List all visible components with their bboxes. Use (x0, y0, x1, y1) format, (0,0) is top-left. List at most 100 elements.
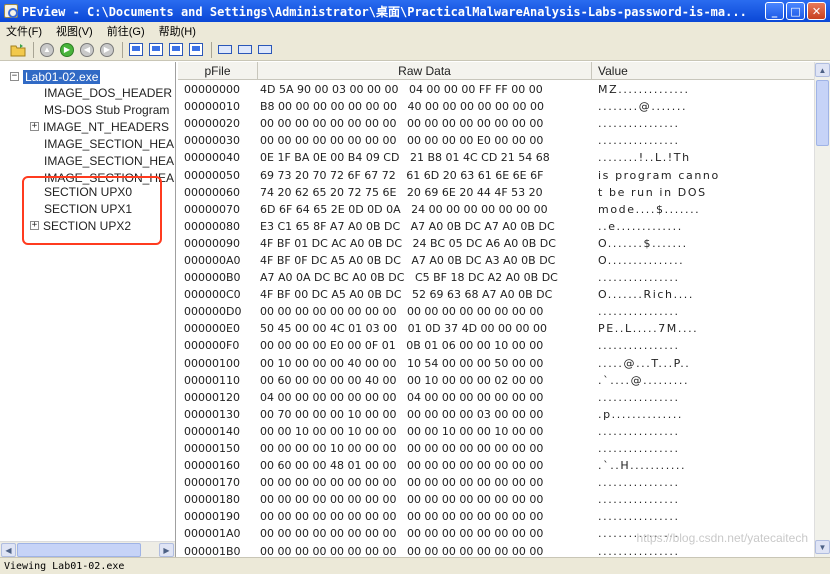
hex-ascii-value: ................ (598, 544, 680, 557)
tree-item-section-header-upx1[interactable]: IMAGE_SECTION_HEADER UPX1 (44, 152, 175, 169)
column-header-raw-data[interactable]: Raw Data (258, 62, 592, 80)
hex-row[interactable]: 00000000 4D 5A 90 00 03 00 00 00 04 00 00… (178, 81, 814, 98)
hex-row[interactable]: 000000B0 A7 A0 0A DC BC A0 0B DC C5 BF 18… (178, 269, 814, 286)
hex-row[interactable]: 000000E0 50 45 00 00 4C 01 03 00 01 0D 37… (178, 320, 814, 337)
hex-row[interactable]: 00000020 00 00 00 00 00 00 00 00 00 00 00… (178, 115, 814, 132)
hex-row[interactable]: 00000080 E3 C1 65 8F A7 A0 0B DC A7 A0 0B… (178, 218, 814, 235)
hex-raw-bytes: 00 00 00 00 00 00 00 00 00 00 00 00 00 0… (260, 305, 544, 319)
hex-ascii-value: ................ (598, 339, 680, 353)
hex-offset: 000000D0 (184, 305, 242, 319)
hex-row[interactable]: 00000180 00 00 00 00 00 00 00 00 00 00 00… (178, 491, 814, 508)
hex-row[interactable]: 00000110 00 60 00 00 00 00 40 00 00 10 00… (178, 372, 814, 389)
hex-raw-bytes: A7 A0 0A DC BC A0 0B DC C5 BF 18 DC A2 A… (260, 271, 558, 285)
tree-root-label[interactable]: Lab01-02.exe (23, 69, 101, 84)
hex-raw-bytes: 00 10 00 00 00 40 00 00 10 54 00 00 00 5… (260, 356, 544, 370)
open-file-button[interactable] (10, 42, 26, 58)
hex-raw-bytes: 00 00 10 00 00 10 00 00 00 00 10 00 00 1… (260, 424, 544, 438)
hex-row[interactable]: 00000040 0E 1F BA 0E 00 B4 09 CD 21 B8 01… (178, 149, 814, 166)
annotation-highlight-box (22, 176, 162, 245)
hex-offset: 00000000 (184, 83, 240, 97)
hex-ascii-value: O............... (598, 253, 685, 267)
scroll-up-button[interactable]: ▲ (815, 63, 830, 77)
menu-help[interactable]: 帮助(H) (159, 23, 196, 39)
view-button-4[interactable] (188, 42, 204, 58)
column-header-pfile[interactable]: pFile (178, 62, 258, 80)
tree-item-dos-stub[interactable]: MS-DOS Stub Program (44, 101, 169, 118)
scroll-thumb[interactable] (17, 543, 141, 557)
hex-raw-bytes: 4F BF 01 DC AC A0 0B DC 24 BC 05 DC A6 A… (260, 236, 556, 250)
hex-ascii-value: O.......Rich.... (598, 288, 694, 302)
collapse-icon[interactable]: − (10, 72, 19, 81)
watermark: https://blog.csdn.net/yatecaitech (636, 531, 808, 545)
tree-horizontal-scrollbar[interactable]: ◀ ▶ (0, 541, 175, 557)
hex-row[interactable]: 000000D0 00 00 00 00 00 00 00 00 00 00 00… (178, 303, 814, 320)
hex-raw-bytes: 00 60 00 00 00 00 40 00 00 10 00 00 00 0… (260, 373, 544, 387)
scroll-down-button[interactable]: ▼ (815, 540, 830, 554)
hex-row[interactable]: 00000160 00 60 00 00 48 01 00 00 00 00 00… (178, 457, 814, 474)
hex-row[interactable]: 00000170 00 00 00 00 00 00 00 00 00 00 00… (178, 474, 814, 491)
scroll-right-button[interactable]: ▶ (159, 543, 174, 557)
hex-row[interactable]: 00000090 4F BF 01 DC AC A0 0B DC 24 BC 05… (178, 235, 814, 252)
hex-ascii-value: ........!..L.!Th (598, 151, 691, 165)
hex-row[interactable]: 00000030 00 00 00 00 00 00 00 00 00 00 00… (178, 132, 814, 149)
hex-row[interactable]: 00000120 04 00 00 00 00 00 00 00 04 00 00… (178, 389, 814, 406)
hex-raw-bytes: 00 00 00 00 E0 00 0F 01 0B 01 06 00 00 1… (260, 339, 544, 353)
hex-raw-bytes: 69 73 20 70 72 6F 67 72 61 6D 20 63 61 6… (260, 168, 544, 182)
hex-row[interactable]: 000000A0 4F BF 0F DC A5 A0 0B DC A7 A0 0B… (178, 252, 814, 269)
view-byte-button[interactable] (217, 42, 233, 58)
hex-row[interactable]: 00000190 00 00 00 00 00 00 00 00 00 00 00… (178, 508, 814, 525)
hex-row[interactable]: 00000070 6D 6F 64 65 2E 0D 0D 0A 24 00 00… (178, 201, 814, 218)
hex-row[interactable]: 00000140 00 00 10 00 00 10 00 00 00 00 10… (178, 423, 814, 440)
column-header-value[interactable]: Value (592, 62, 814, 80)
close-button[interactable]: ✕ (807, 2, 826, 20)
hex-row[interactable]: 00000060 74 20 62 65 20 72 75 6E 20 69 6E… (178, 184, 814, 201)
view-button-1[interactable] (128, 42, 144, 58)
hex-offset: 00000180 (184, 493, 240, 507)
import-icon (189, 43, 203, 56)
hex-view[interactable]: pFile Raw Data Value 00000000 4D 5A 90 00… (178, 62, 830, 557)
scroll-thumb[interactable] (816, 80, 829, 146)
hex-raw-bytes: 00 00 00 00 00 00 00 00 00 00 00 00 00 0… (260, 510, 544, 524)
scroll-left-button[interactable]: ◀ (1, 543, 16, 557)
hex-offset: 00000130 (184, 407, 240, 421)
nav-up-button[interactable]: ▲ (39, 42, 55, 58)
hex-row[interactable]: 00000150 00 00 00 00 10 00 00 00 00 00 00… (178, 440, 814, 457)
hex-vertical-scrollbar[interactable]: ▲ ▼ (814, 62, 830, 557)
view-dword-button[interactable] (257, 42, 273, 58)
right-arrow-icon: ▶ (60, 42, 74, 57)
hex-offset: 00000040 (184, 151, 240, 165)
hex-offset: 00000010 (184, 100, 240, 114)
hex-row[interactable]: 00000050 69 73 20 70 72 6F 67 72 61 6D 20… (178, 166, 814, 183)
menu-file[interactable]: 文件(F) (6, 23, 42, 39)
hex-offset: 000000A0 (184, 253, 241, 267)
hex-offset: 000000C0 (184, 288, 241, 302)
menu-view[interactable]: 视图(V) (56, 23, 93, 39)
hex-ascii-value: t be run in DOS (598, 185, 707, 199)
hex-raw-bytes: 04 00 00 00 00 00 00 00 04 00 00 00 00 0… (260, 390, 544, 404)
nav-forward-button[interactable]: ▶ (59, 42, 75, 58)
nav-next-button[interactable]: ▶ (99, 42, 115, 58)
hex-row[interactable]: 00000100 00 10 00 00 00 40 00 00 10 54 00… (178, 355, 814, 372)
structure-tree[interactable]: − Lab01-02.exe IMAGE_DOS_HEADER MS-DOS S… (0, 62, 176, 557)
hex-row[interactable]: 00000130 00 70 00 00 00 10 00 00 00 00 00… (178, 406, 814, 423)
menu-go[interactable]: 前往(G) (107, 23, 145, 39)
tree-item-label: MS-DOS Stub Program (44, 102, 170, 117)
nav-back-button[interactable]: ◀ (79, 42, 95, 58)
hex-row[interactable]: 000000F0 00 00 00 00 E0 00 0F 01 0B 01 06… (178, 337, 814, 354)
tree-item-section-header-upx0[interactable]: IMAGE_SECTION_HEADER UPX0 (44, 135, 175, 152)
maximize-button[interactable]: □ (786, 2, 805, 20)
view-button-2[interactable] (148, 42, 164, 58)
minimize-button[interactable]: _ (765, 2, 784, 20)
hex-ascii-value: PE..L.....7M.... (598, 322, 699, 336)
hex-row[interactable]: 000000C0 4F BF 00 DC A5 A0 0B DC 52 69 63… (178, 286, 814, 303)
tree-root[interactable]: − Lab01-02.exe (10, 68, 101, 85)
view-button-3[interactable] (168, 42, 184, 58)
tree-item-dos-header[interactable]: IMAGE_DOS_HEADER (44, 84, 172, 101)
view-word-button[interactable] (237, 42, 253, 58)
hex-raw-bytes: 00 00 00 00 00 00 00 00 00 00 00 00 00 0… (260, 493, 544, 507)
hex-row[interactable]: 00000010 B8 00 00 00 00 00 00 00 40 00 00… (178, 98, 814, 115)
tree-item-nt-headers[interactable]: + IMAGE_NT_HEADERS (30, 118, 169, 135)
expand-icon[interactable]: + (30, 122, 39, 131)
hex-ascii-value: ................ (598, 476, 680, 490)
app-icon (4, 4, 18, 18)
